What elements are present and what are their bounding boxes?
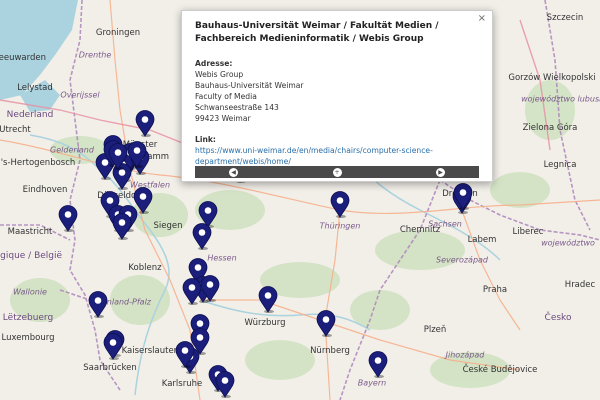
location-marker-icon[interactable] xyxy=(135,110,155,137)
popup-navigation: ◀ + ▶ xyxy=(195,166,479,178)
location-marker-icon[interactable] xyxy=(175,341,195,368)
location-marker-icon[interactable] xyxy=(258,286,278,313)
address-line: Schwanseestraße 143 xyxy=(195,103,279,112)
address-line: Bauhaus-Universität Weimar xyxy=(195,81,304,90)
location-popup: × Bauhaus-Universität Weimar / Fakultät … xyxy=(181,10,493,182)
location-marker-icon[interactable] xyxy=(133,187,153,214)
close-icon[interactable]: × xyxy=(478,13,486,24)
location-marker-icon[interactable] xyxy=(200,275,220,302)
location-marker-icon[interactable] xyxy=(368,351,388,378)
location-marker-icon[interactable] xyxy=(453,183,473,210)
address-block: Webis Group Bauhaus-Universität Weimar F… xyxy=(195,69,479,124)
webis-link[interactable]: https://www.uni-weimar.de/en/media/chair… xyxy=(195,145,479,167)
location-marker-icon[interactable] xyxy=(108,143,128,170)
next-icon[interactable]: ▶ xyxy=(436,167,445,177)
location-marker-icon[interactable] xyxy=(182,278,202,305)
zoom-in-icon[interactable]: + xyxy=(332,167,342,177)
location-marker-icon[interactable] xyxy=(127,141,147,168)
location-marker-icon[interactable] xyxy=(215,371,235,398)
address-line: Faculty of Media xyxy=(195,92,257,101)
address-heading: Adresse: xyxy=(195,59,233,68)
popup-title: Bauhaus-Universität Weimar / Fakultät Me… xyxy=(195,21,439,44)
address-line: 99423 Weimar xyxy=(195,114,251,123)
location-marker-icon[interactable] xyxy=(103,333,123,360)
location-marker-icon[interactable] xyxy=(58,205,78,232)
link-heading: Link: xyxy=(195,135,216,144)
location-marker-icon[interactable] xyxy=(112,213,132,240)
location-marker-icon[interactable] xyxy=(88,291,108,318)
location-marker-icon[interactable] xyxy=(316,310,336,337)
location-marker-icon[interactable] xyxy=(330,191,350,218)
address-line: Webis Group xyxy=(195,70,244,79)
map-canvas[interactable]: GroningenDrentheLeeuwardenLelystadNederl… xyxy=(0,0,600,400)
location-marker-icon[interactable] xyxy=(192,223,212,250)
prev-icon[interactable]: ◀ xyxy=(229,167,238,177)
